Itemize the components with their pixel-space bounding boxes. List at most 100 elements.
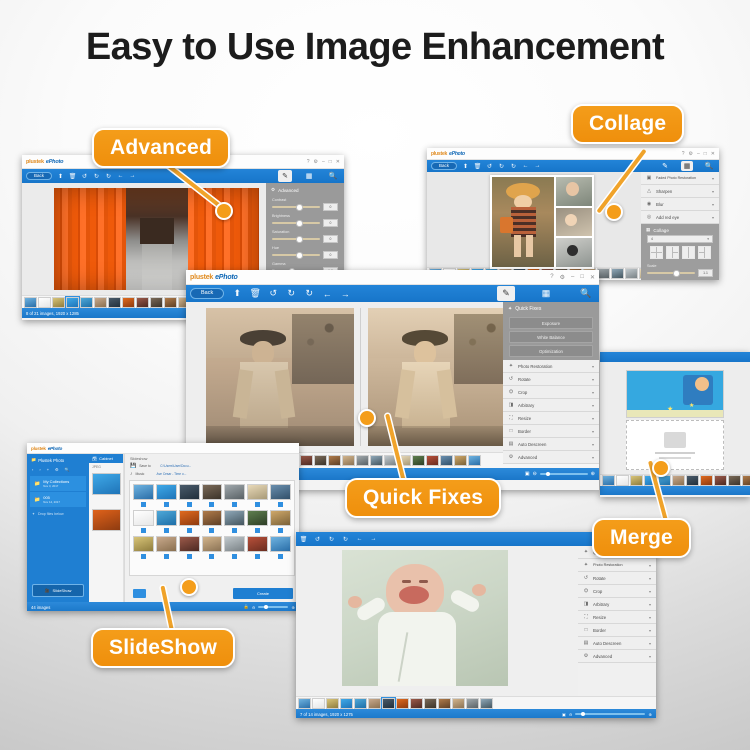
upload-icon[interactable]: ⬆ — [232, 288, 242, 299]
search-tab-icon[interactable]: 🔍 — [326, 170, 340, 182]
chevron-down-icon[interactable]: ▾ — [712, 176, 714, 181]
refresh-icon[interactable]: ↻ — [342, 536, 349, 543]
toolbar-tabs[interactable]: ✎ ▦ 🔍 — [278, 170, 340, 182]
chevron-down-icon[interactable]: ▾ — [649, 641, 651, 646]
slideshow-grid-item[interactable] — [270, 484, 291, 507]
collage-tab-icon[interactable]: ▦ — [302, 170, 316, 182]
filmstrip-thumbnail[interactable] — [630, 475, 643, 486]
slideshow-item-checkbox[interactable] — [232, 502, 238, 507]
slideshow-item-checkbox[interactable] — [186, 502, 192, 507]
quick-fixes-panel[interactable]: ✦ Quick Fixes Exposure White Balance Opt… — [503, 302, 599, 464]
slider-contrast[interactable]: Contrast 0 — [266, 196, 344, 212]
zoom-out-icon[interactable]: ⊖ — [533, 471, 537, 477]
filmstrip-thumbnail[interactable] — [410, 697, 423, 709]
rotate-left-90-icon[interactable]: ↺ — [81, 173, 88, 180]
undo-icon[interactable]: ← — [356, 536, 363, 543]
panel-item-auto-descreen[interactable]: ▤ Auto Descreen ▾ — [503, 438, 599, 451]
panel-item-photo-restoration[interactable]: ✦ Photo Restoration ▾ — [503, 360, 599, 373]
redo-icon[interactable]: → — [370, 536, 377, 543]
toolbar[interactable]: Back ⬆ 🗑 ↺ ↻ ↻ ← → ✎ ▦ 🔍 — [186, 285, 599, 302]
panel-item-resize[interactable]: ⛶ Resize ▾ — [578, 611, 656, 624]
edit-tab-icon[interactable]: ✎ — [497, 286, 515, 301]
minimize-icon[interactable]: – — [697, 151, 700, 157]
slideshow-sidebar[interactable]: 📁 Plustek Photo ‹ › + ⚙ 🔍 📁 My Collectio… — [27, 454, 89, 602]
filmstrip-thumbnail[interactable] — [700, 475, 713, 486]
slideshow-item-checkbox[interactable] — [163, 502, 169, 507]
window-controls[interactable]: ? ⚙ – □ ✕ — [550, 274, 595, 281]
zoom-controls[interactable]: 🔒 ⊖ ⊕ — [244, 604, 295, 610]
minimize-icon[interactable]: – — [322, 159, 325, 165]
slideshow-thumbnail[interactable] — [224, 510, 246, 526]
cabinet-thumb-1[interactable] — [91, 473, 121, 495]
filmstrip-thumbnail[interactable] — [314, 455, 327, 466]
filmstrip-thumbnail[interactable] — [616, 475, 629, 486]
redo-icon[interactable]: → — [340, 289, 350, 299]
trash-icon[interactable]: 🗑 — [69, 173, 77, 180]
window-collage[interactable]: plustek ePhoto ? ⚙ – □ ✕ Back ⬆ 🗑 ↺ ↻ ↻ ←… — [427, 148, 719, 280]
lock-icon[interactable]: 🔒 — [244, 604, 249, 610]
slideshow-grid-item[interactable] — [201, 484, 223, 507]
chevron-down-icon[interactable]: ▾ — [592, 403, 594, 408]
add-icon[interactable]: + — [47, 467, 49, 472]
slideshow-item-checkbox[interactable] — [232, 554, 238, 559]
zoom-controls[interactable]: ▣ ⊖ ⊕ — [562, 711, 652, 717]
cabinet-column[interactable]: 🗃 Cabinet JPEG — [89, 454, 124, 602]
callout-quick-fixes[interactable]: Quick Fixes — [345, 478, 502, 518]
zoom-slider[interactable] — [575, 711, 646, 716]
back-icon[interactable]: ‹ — [32, 467, 33, 472]
layout-1-2-icon[interactable] — [681, 246, 695, 259]
merge-panel[interactable]: ✦ Quick F ✦ Photo Restoration ▾ ↺ Rotate… — [578, 546, 656, 696]
slideshow-thumbnail[interactable] — [247, 510, 269, 526]
rotate-left-90-icon[interactable]: ↺ — [486, 163, 493, 170]
slideshow-grid-item[interactable] — [178, 484, 200, 507]
create-button[interactable]: Create — [233, 588, 293, 599]
slideshow-grid-item[interactable] — [270, 536, 291, 559]
slideshow-item-checkbox[interactable] — [209, 528, 215, 533]
slideshow-grid-item[interactable] — [155, 510, 177, 533]
panel-item-blur[interactable]: ◉ Blur ▾ — [641, 198, 719, 211]
slideshow-item-checkbox[interactable] — [255, 554, 261, 559]
slideshow-item-checkbox[interactable] — [140, 502, 146, 507]
filmstrip-thumbnail[interactable] — [602, 475, 615, 486]
slideshow-thumbnail[interactable] — [224, 536, 246, 552]
slideshow-grid-item[interactable] — [201, 536, 223, 559]
toolbar-tabs[interactable]: ✎ ▦ 🔍 — [659, 161, 715, 171]
slideshow-item-checkbox[interactable] — [255, 502, 261, 507]
refresh-icon[interactable]: ↻ — [510, 163, 517, 170]
filmstrip-thumbnail[interactable] — [52, 296, 65, 308]
window-merge[interactable]: 🗑 ↺ ↻ ↻ ← → ✎ — [296, 532, 656, 718]
refresh-icon[interactable]: ↻ — [105, 173, 112, 180]
filmstrip-thumbnail[interactable] — [424, 697, 437, 709]
white-balance-button[interactable]: White Balance — [509, 331, 593, 343]
filmstrip-thumbnail[interactable] — [412, 455, 425, 466]
chevron-down-icon[interactable]: ▾ — [707, 237, 709, 241]
chevron-down-icon[interactable]: ▾ — [649, 654, 651, 659]
slideshow-grid-item[interactable] — [178, 510, 200, 533]
rotate-right-90-icon[interactable]: ↻ — [93, 173, 100, 180]
slideshow-item-checkbox[interactable] — [278, 554, 284, 559]
add-photo-button[interactable] — [133, 589, 146, 598]
undo-icon[interactable]: ← — [322, 289, 332, 299]
search-icon[interactable]: 🔍 — [65, 467, 70, 472]
rotate-right-90-icon[interactable]: ↻ — [498, 163, 505, 170]
chevron-down-icon[interactable]: ▾ — [592, 377, 594, 382]
window-merge-preview[interactable]: ★ ★ — [600, 352, 750, 497]
filmstrip-thumbnail[interactable] — [468, 455, 481, 466]
maximize-icon[interactable]: □ — [580, 274, 584, 281]
slideshow-button[interactable]: 🎥 SlideShow — [32, 584, 84, 597]
slideshow-item-checkbox[interactable] — [186, 554, 192, 559]
rotate-right-90-icon[interactable]: ↻ — [286, 288, 296, 299]
window-controls[interactable]: ? ⚙ – □ ✕ — [307, 159, 340, 165]
filmstrip-thumbnail[interactable] — [164, 296, 177, 308]
slideshow-grid-item[interactable] — [201, 510, 223, 533]
filmstrip-thumbnail[interactable] — [326, 697, 339, 709]
filmstrip-thumbnail[interactable] — [438, 697, 451, 709]
chevron-down-icon[interactable]: ▾ — [712, 215, 714, 220]
slideshow-item-checkbox[interactable] — [186, 528, 192, 533]
panel-item-rotate[interactable]: ↺ Rotate ▾ — [578, 572, 656, 585]
filmstrip-thumbnail[interactable] — [136, 296, 149, 308]
filmstrip-thumbnail[interactable] — [368, 697, 381, 709]
slideshow-thumbnail[interactable] — [155, 484, 177, 500]
chevron-down-icon[interactable]: ▾ — [712, 202, 714, 207]
filmstrip-thumbnail[interactable] — [24, 296, 37, 308]
